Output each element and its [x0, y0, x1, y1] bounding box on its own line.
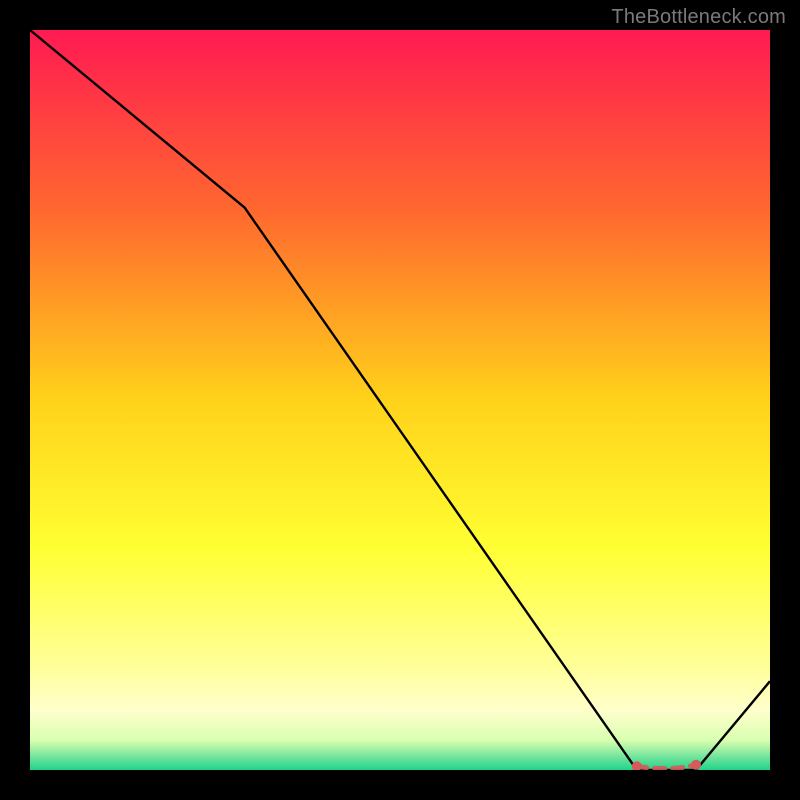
plot-area	[30, 30, 770, 770]
chart-frame: TheBottleneck.com	[0, 0, 800, 800]
gradient-background	[30, 30, 770, 770]
marker-dot	[691, 760, 701, 770]
chart-svg	[30, 30, 770, 770]
watermark-text: TheBottleneck.com	[611, 6, 786, 29]
